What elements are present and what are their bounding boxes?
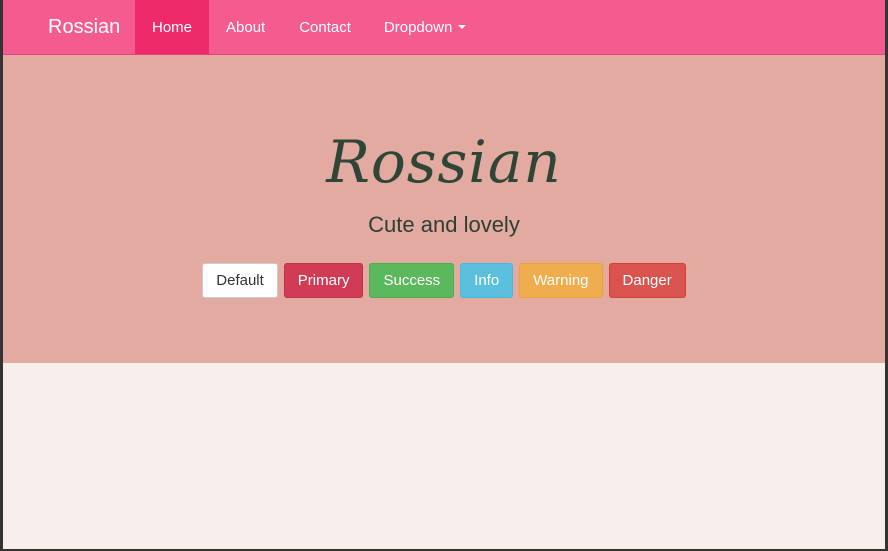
navbar-brand[interactable]: Rossian — [3, 0, 135, 54]
info-button[interactable]: Info — [460, 263, 514, 298]
warning-button[interactable]: Warning — [519, 263, 603, 298]
nav-item-contact[interactable]: Contact — [282, 0, 368, 54]
primary-button[interactable]: Primary — [283, 263, 364, 298]
default-button[interactable]: Default — [202, 263, 278, 298]
nav-item-dropdown-label: Dropdown — [383, 18, 453, 36]
nav-item-about[interactable]: About — [209, 0, 282, 54]
danger-button[interactable]: Danger — [608, 263, 686, 298]
browser-viewport: Rossian Home About Contact Dropdown Ross… — [3, 0, 885, 549]
jumbotron-subtitle: Cute and lovely — [368, 212, 520, 237]
success-button[interactable]: Success — [369, 263, 455, 298]
nav-item-home[interactable]: Home — [135, 0, 210, 54]
nav-item-dropdown[interactable]: Dropdown — [368, 0, 483, 54]
caret-down-icon — [458, 25, 467, 29]
jumbotron-title: Rossian — [326, 128, 562, 196]
navbar: Rossian Home About Contact Dropdown — [3, 0, 885, 55]
jumbotron: Rossian Cute and lovely Default Primary … — [3, 55, 885, 363]
nav-menu: Home About Contact Dropdown — [135, 0, 483, 54]
button-row: Default Primary Success Info Warning Dan… — [3, 263, 885, 298]
